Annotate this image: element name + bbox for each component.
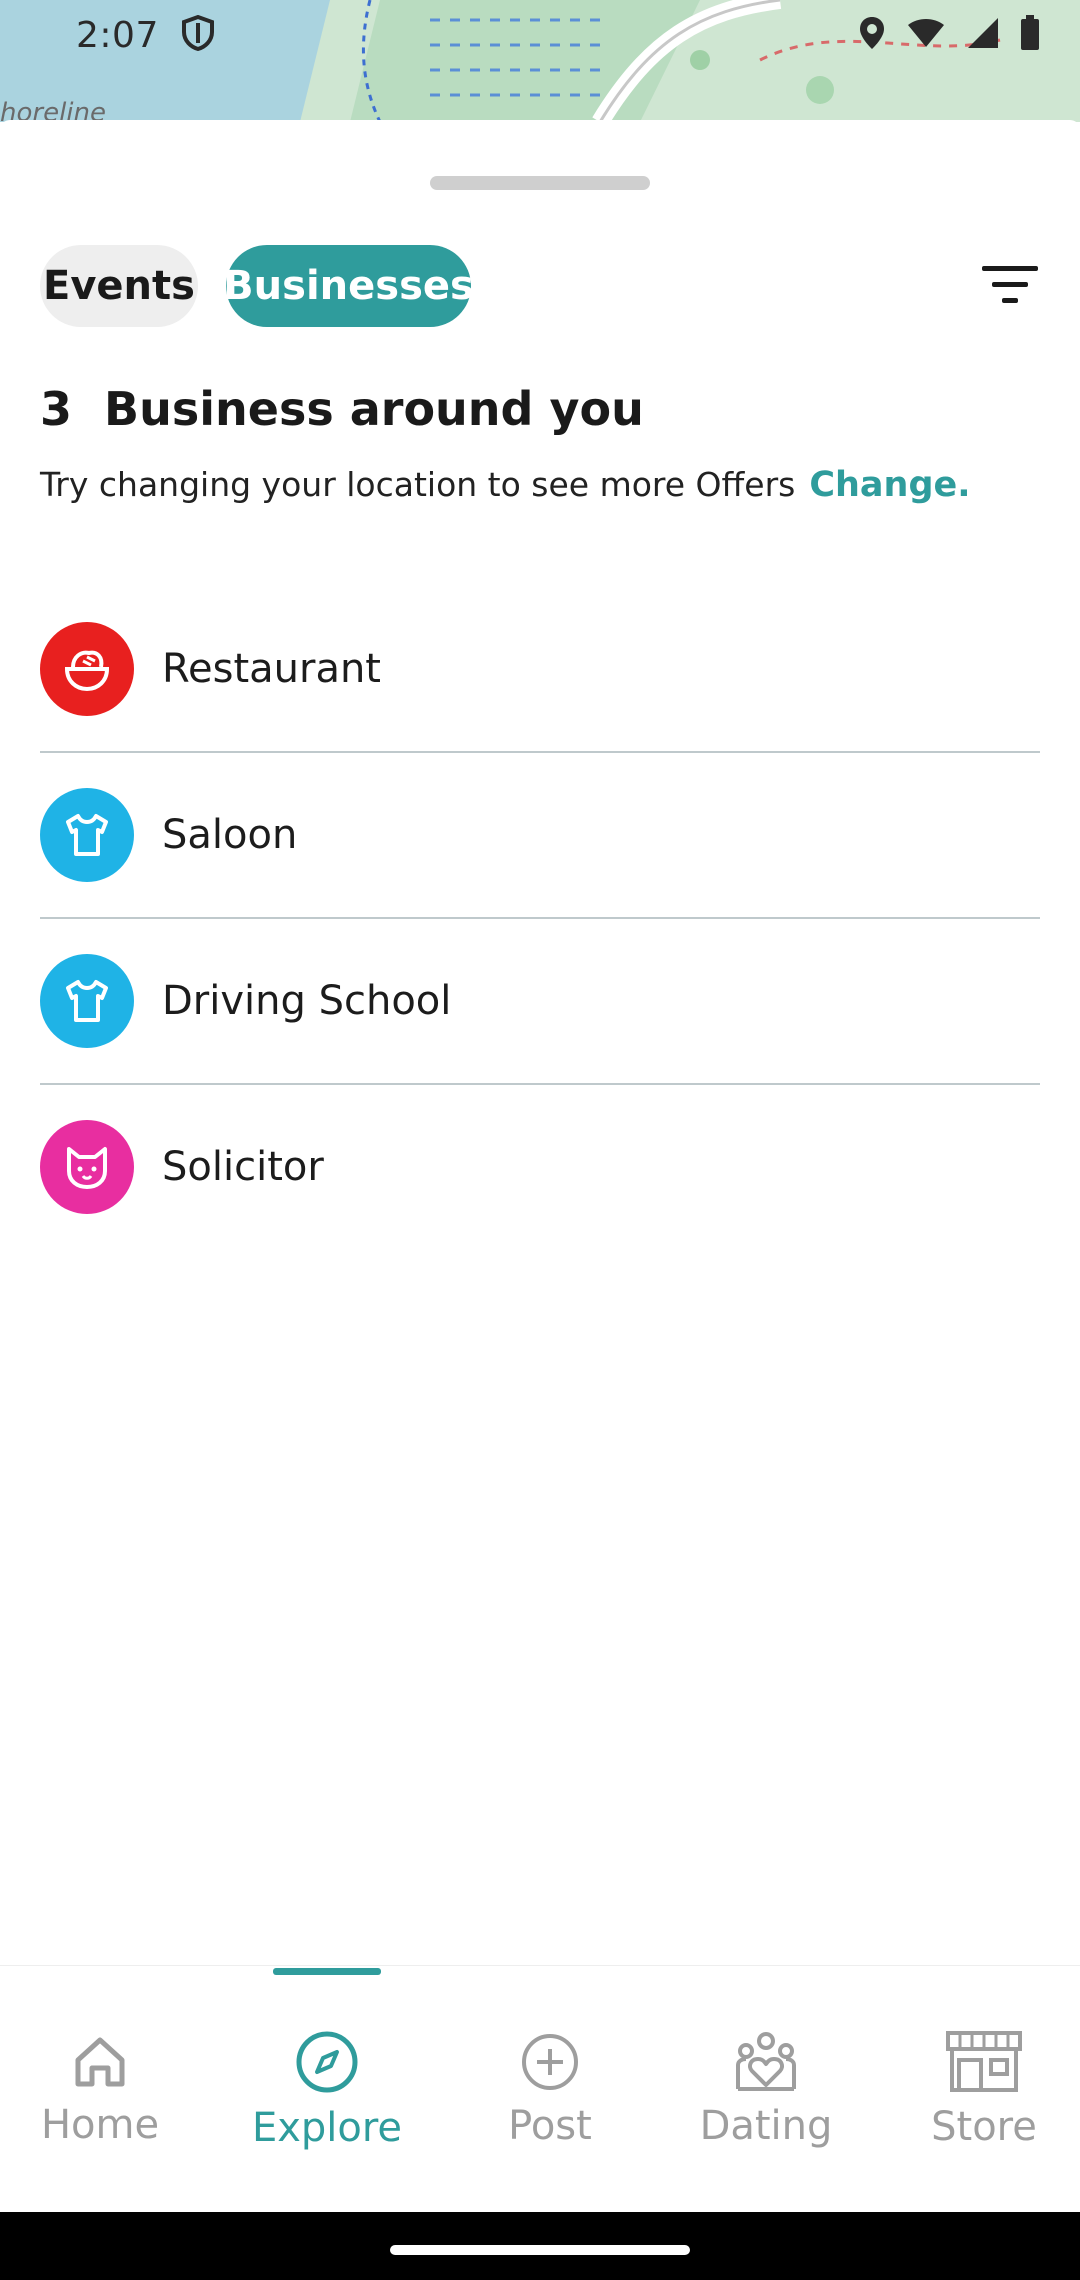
nav-label: Explore <box>251 2104 403 2151</box>
store-icon <box>946 2030 1022 2092</box>
nav-dating[interactable]: Dating <box>676 1966 856 2213</box>
shield-icon <box>181 14 215 55</box>
bottom-sheet: Events Businesses 3 Business around you … <box>0 120 1080 1965</box>
home-gesture-handle[interactable] <box>390 2245 690 2255</box>
compass-icon <box>296 2031 358 2092</box>
tshirt-icon <box>40 788 134 882</box>
filter-button[interactable] <box>980 260 1040 310</box>
signal-icon <box>966 16 1000 54</box>
nav-home[interactable]: Home <box>10 1966 190 2213</box>
list-item-restaurant[interactable]: Restaurant <box>40 587 1040 753</box>
page-title: 3 Business around you <box>40 382 644 436</box>
nav-label: Dating <box>699 2102 833 2149</box>
category-toggle: Events Businesses <box>40 245 474 327</box>
filter-icon <box>982 266 1038 303</box>
tab-events[interactable]: Events <box>40 245 198 327</box>
nav-explore[interactable]: Explore <box>237 1966 417 2213</box>
drag-handle[interactable] <box>430 176 650 190</box>
change-location-link[interactable]: Change. <box>809 465 970 505</box>
list-item-solicitor[interactable]: Solicitor <box>40 1085 1040 1249</box>
list-item-saloon[interactable]: Saloon <box>40 753 1040 919</box>
wifi-icon <box>906 17 946 53</box>
list-item-label: Solicitor <box>162 1144 324 1190</box>
status-bar: 2:07 <box>0 0 1080 70</box>
add-circle-icon <box>522 2033 578 2090</box>
food-bowl-icon <box>40 622 134 716</box>
dating-icon <box>736 2031 796 2091</box>
nav-label: Store <box>931 2103 1037 2150</box>
home-icon <box>75 2037 125 2086</box>
hint-text: Try changing your location to see more O… <box>40 465 796 504</box>
nav-label: Post <box>508 2102 592 2149</box>
bottom-navigation: Home Explore Post Dating Store <box>0 1965 1080 2213</box>
list-item-label: Driving School <box>162 978 452 1024</box>
heading-text: Business around you <box>104 382 644 436</box>
list-item-label: Restaurant <box>162 646 381 692</box>
tshirt-icon <box>40 954 134 1048</box>
location-hint: Try changing your location to see more O… <box>40 465 971 505</box>
battery-icon <box>1020 15 1040 55</box>
list-item-driving-school[interactable]: Driving School <box>40 919 1040 1085</box>
map-place-label: horeline <box>0 98 106 122</box>
status-time: 2:07 <box>76 14 159 56</box>
nav-post[interactable]: Post <box>460 1966 640 2213</box>
nav-label: Home <box>40 2101 160 2148</box>
system-navigation-bar <box>0 2212 1080 2280</box>
business-count: 3 <box>40 382 73 436</box>
tab-businesses[interactable]: Businesses <box>223 245 474 327</box>
nav-store[interactable]: Store <box>894 1966 1074 2213</box>
business-category-list: Restaurant Saloon Driving School Solicit… <box>40 587 1040 1249</box>
cat-face-icon <box>40 1120 134 1214</box>
list-item-label: Saloon <box>162 812 298 858</box>
location-icon <box>858 15 886 55</box>
